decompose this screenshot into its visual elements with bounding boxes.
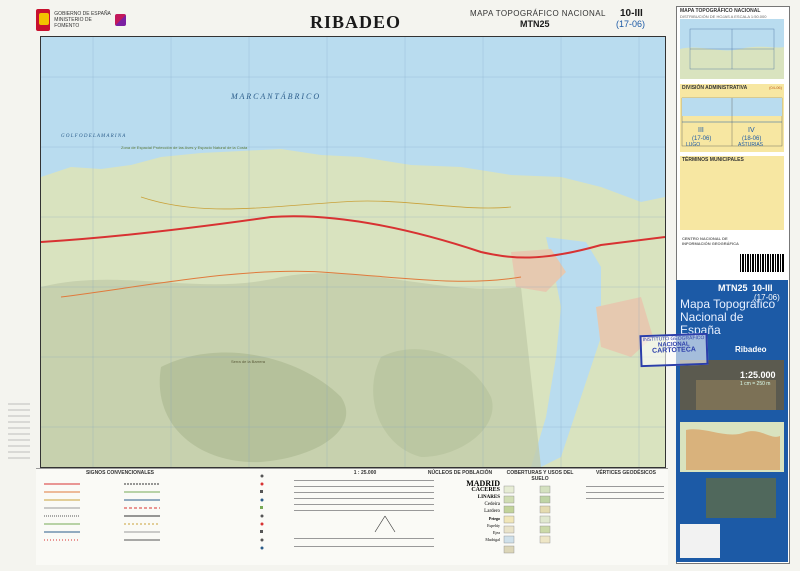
signs-column: SIGNOS CONVENCIONALES <box>40 470 200 562</box>
municipal-terms-block: TÉRMINOS MUNICIPALES <box>680 156 784 230</box>
admin-asturias: ASTURIAS <box>738 142 764 148</box>
town-size-9: Madrigal <box>485 537 500 542</box>
town-size-2: CÁCERES <box>471 487 500 493</box>
cover-place-name: Ribadeo <box>735 345 767 354</box>
town-size-4: Cedeira <box>484 502 500 507</box>
town-size-6: Priego <box>488 516 500 521</box>
publisher-block: CENTRO NACIONAL DE INFORMACIÓN GEOGRÁFIC… <box>682 236 742 246</box>
cover-title: Mapa Topográfico Nacional de España <box>680 297 776 337</box>
sea-label: M A R C A N T Á B R I C O <box>230 91 319 101</box>
topographic-map[interactable]: M A R C A N T Á B R I C O G O L F O D E … <box>40 36 666 468</box>
cover-scale-note: 1 cm = 250 m <box>740 381 771 387</box>
admin-cell-2: IV <box>748 127 755 134</box>
admin-grid: III (17-06) IV (18-06) LUGO ASTURIAS <box>681 97 783 148</box>
town-size-5: Lardero <box>484 509 500 514</box>
scale-column: 1 : 25.000 <box>290 470 440 562</box>
left-index-lines <box>8 403 30 459</box>
coat-of-arms-icon <box>36 9 51 31</box>
terms-title: TÉRMINOS MUNICIPALES <box>682 157 744 163</box>
cartoteca-stamp: INSTITUTO GEOGRÁFICO NACIONAL CARTOTECA <box>639 332 709 368</box>
sheet-subnumber: (17-06) <box>616 19 646 29</box>
admin-title: DIVISIÓN ADMINISTRATIVA <box>682 85 748 91</box>
vertices-column: VÉRTICES GEODÉSICOS <box>584 470 668 562</box>
map-canvas: M A R C A N T Á B R I C O G O L F O D E … <box>41 37 665 467</box>
scale-diagram <box>294 480 434 547</box>
landcover-title: COBERTURAS Y USOS DEL SUELO <box>506 470 574 482</box>
logo-text-2: MINISTERIO DE FOMENTO <box>54 17 92 29</box>
series-title: MAPA TOPOGRÁFICO NACIONAL <box>470 9 606 18</box>
publisher-title: CENTRO NACIONAL DE INFORMACIÓN GEOGRÁFIC… <box>682 236 739 246</box>
landcover-column: COBERTURAS Y USOS DEL SUELO <box>500 470 580 562</box>
symbols-column <box>200 470 280 562</box>
town-size-3: LINARES <box>477 495 500 500</box>
map-title: RIBADEO <box>310 12 402 32</box>
cover-sheet-number: 10-III <box>752 283 773 293</box>
sheet-number: 10-III <box>620 8 643 19</box>
population-title: NÚCLEOS DE POBLACIÓN <box>427 470 493 476</box>
index-map <box>680 19 784 79</box>
gulf-label: G O L F O D E L A M A R I N A <box>61 134 126 139</box>
park-label: Zona de Espacial Protección de las Aves … <box>121 145 248 150</box>
signs-samples <box>44 483 160 541</box>
ign-logo-icon <box>115 14 127 26</box>
barcode <box>740 254 784 272</box>
population-column: NÚCLEOS DE POBLACIÓN MADRID CÁCERES LINA… <box>420 470 500 562</box>
cover-series-code: MTN25 <box>718 283 748 293</box>
series-code: MTN25 <box>520 19 550 29</box>
index-block: MAPA TOPOGRÁFICO NACIONAL DISTRIBUCIÓN D… <box>680 8 784 84</box>
landcover-swatches <box>503 485 551 554</box>
sierra-label: Serra de la Barrera <box>231 359 266 364</box>
town-size-7: Espelúy <box>487 523 500 528</box>
left-index-column <box>6 400 32 468</box>
admin-division-block: DIVISIÓN ADMINISTRATIVA (04-06) III (17-… <box>680 84 784 152</box>
town-size-8: Ejea <box>492 530 500 535</box>
government-logo: GOBIERNO DE ESPAÑA MINISTERIO DE FOMENTO <box>36 6 127 34</box>
cover-scale: 1:25.000 <box>740 370 776 380</box>
admin-lugo: LUGO <box>686 142 700 148</box>
vertices-table <box>586 486 664 499</box>
admin-code: (04-06) <box>769 85 782 90</box>
symbols-samples <box>260 474 264 550</box>
town-size-1: MADRID <box>466 479 500 488</box>
stamp-line-3: CARTOTECA <box>651 346 697 355</box>
admin-cell-1: III <box>698 127 704 134</box>
